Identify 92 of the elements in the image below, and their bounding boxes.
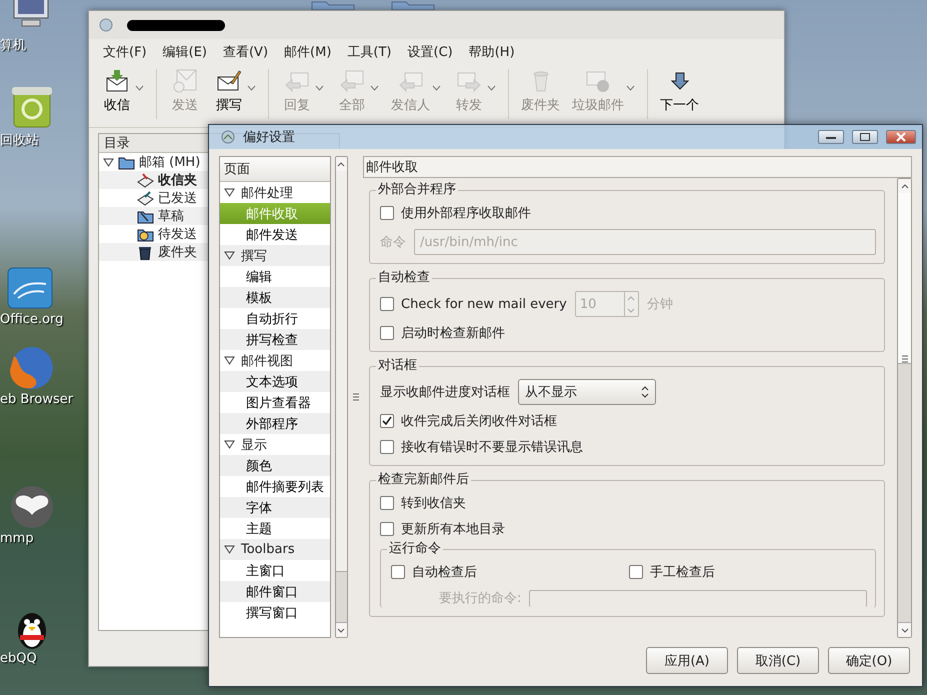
dropdown[interactable]: 从不显示 bbox=[518, 379, 656, 405]
scrollbar-thumb[interactable] bbox=[898, 364, 911, 623]
checkbox[interactable]: 自动检查后 bbox=[391, 563, 629, 581]
folder-item[interactable]: 草稿 bbox=[158, 207, 184, 225]
toolbar-button[interactable]: 下一个 bbox=[656, 69, 703, 119]
caret-icon[interactable] bbox=[135, 85, 144, 91]
icon-label[interactable]: mmp bbox=[0, 531, 34, 546]
expander-icon[interactable] bbox=[224, 545, 235, 554]
menu-item[interactable]: 查看(V) bbox=[214, 43, 276, 61]
checkbox-box[interactable] bbox=[380, 522, 394, 536]
menu-item[interactable]: 文件(F) bbox=[95, 43, 155, 61]
icon-label[interactable]: eb Browser bbox=[0, 392, 74, 407]
scrollbar[interactable] bbox=[334, 156, 348, 638]
envelope-download-icon bbox=[105, 69, 129, 93]
expander-icon[interactable] bbox=[224, 440, 235, 449]
icon-label[interactable]: Office.org bbox=[0, 312, 64, 327]
close-icon[interactable] bbox=[895, 132, 907, 142]
envelope-pen-icon bbox=[217, 69, 241, 93]
group-title: 对话框 bbox=[376, 358, 419, 374]
checkbox-box[interactable] bbox=[629, 565, 643, 579]
checkbox[interactable]: 接收有错误时不要显示错误讯息 bbox=[380, 438, 583, 456]
tree-item[interactable]: 邮件处理 bbox=[241, 184, 293, 202]
group-title: 外部合并程序 bbox=[376, 182, 458, 198]
tree-item[interactable]: 显示 bbox=[241, 436, 267, 454]
checkbox[interactable]: 启动时检查新邮件 bbox=[380, 324, 505, 342]
unit-label: 分钟 bbox=[646, 296, 673, 313]
menu-item[interactable]: 帮助(H) bbox=[460, 43, 523, 61]
tree-item[interactable]: 文本选项 bbox=[220, 371, 330, 392]
envelope-clock-icon bbox=[173, 69, 197, 93]
menu-item[interactable]: 邮件(M) bbox=[276, 43, 340, 61]
app-icon bbox=[221, 130, 235, 144]
expander-icon[interactable] bbox=[224, 188, 235, 197]
expander-icon[interactable] bbox=[224, 251, 235, 260]
trash-can-icon bbox=[137, 244, 154, 260]
window-title: 偏好设置 bbox=[243, 129, 295, 146]
envelope-arrow-icon bbox=[340, 69, 364, 93]
folder-item[interactable]: 收信夹 bbox=[158, 171, 197, 189]
grip-icon[interactable] bbox=[902, 355, 908, 363]
checkbox[interactable]: 更新所有本地目录 bbox=[380, 520, 505, 538]
close-button[interactable] bbox=[886, 130, 916, 144]
toolbar-button[interactable]: 收信 bbox=[97, 69, 148, 119]
menu-item[interactable]: 编辑(E) bbox=[154, 43, 215, 61]
checkbox-box[interactable] bbox=[380, 206, 394, 220]
expander-icon[interactable] bbox=[224, 356, 235, 365]
scrollbar-thumb[interactable] bbox=[336, 571, 348, 623]
toolbar-button[interactable]: 撰写 bbox=[209, 69, 260, 119]
checkbox-box[interactable] bbox=[380, 440, 394, 454]
maximize-icon[interactable] bbox=[859, 132, 871, 142]
checkbox-box[interactable] bbox=[391, 565, 405, 579]
folder-clock-icon bbox=[137, 226, 154, 242]
folder-pen-icon bbox=[137, 208, 154, 224]
expander-icon[interactable] bbox=[103, 158, 114, 166]
maximize-button[interactable] bbox=[852, 130, 878, 144]
field-label: 命令 bbox=[380, 234, 406, 251]
folder-item[interactable]: 邮箱 (MH) bbox=[139, 153, 200, 171]
checkbox-box[interactable] bbox=[380, 414, 394, 428]
caret-icon[interactable] bbox=[247, 85, 256, 91]
tree-item[interactable]: 邮件窗口 bbox=[220, 581, 330, 602]
tree-item[interactable]: 颜色 bbox=[220, 455, 330, 476]
checkbox[interactable]: 转到收信夹 bbox=[380, 494, 466, 512]
menu-item[interactable]: 设置(C) bbox=[400, 43, 461, 61]
group-title: 运行命令 bbox=[387, 541, 443, 557]
check-icon bbox=[382, 416, 392, 426]
checkbox[interactable]: 手工检查后 bbox=[629, 563, 867, 581]
dialog-button[interactable]: 取消(C) bbox=[737, 647, 819, 674]
tree-item[interactable]: 邮件视图 bbox=[241, 352, 293, 370]
pane-handle-icon[interactable] bbox=[352, 393, 359, 401]
folder-item[interactable]: 已发送 bbox=[158, 189, 197, 207]
checkbox-box[interactable] bbox=[380, 496, 394, 510]
tree-item[interactable]: 拼写检查 bbox=[220, 329, 330, 350]
group-title: 自动检查 bbox=[376, 270, 432, 286]
updown-arrows-icon bbox=[641, 386, 649, 398]
icon-label[interactable]: ebQQ bbox=[0, 651, 37, 666]
app-icon bbox=[99, 18, 113, 32]
tree-item[interactable]: 外部程序 bbox=[220, 413, 330, 434]
checkbox[interactable]: 收件完成后关闭收件对话框 bbox=[380, 412, 557, 430]
column-header[interactable]: 页面 bbox=[220, 157, 330, 182]
folder-item[interactable]: 待发送 bbox=[158, 225, 197, 243]
checkbox-box[interactable] bbox=[380, 326, 394, 340]
tree-item[interactable]: 模板 bbox=[220, 287, 330, 308]
field-label: 要执行的命令: bbox=[439, 590, 522, 607]
folder-item[interactable]: 废件夹 bbox=[158, 243, 197, 261]
tree-item[interactable]: 字体 bbox=[220, 497, 330, 518]
checkbox[interactable]: 使用外部程序收取邮件 bbox=[380, 204, 531, 222]
dialog-button[interactable]: 应用(A) bbox=[646, 647, 728, 674]
group-title: 检查完新邮件后 bbox=[376, 472, 471, 488]
scrollbar[interactable] bbox=[897, 178, 912, 638]
menu-item[interactable]: 工具(T) bbox=[339, 43, 400, 61]
section-title: 邮件收取 bbox=[363, 156, 912, 178]
field-label: 显示收邮件进度对话框 bbox=[380, 384, 510, 401]
dialog-button[interactable]: 确定(O) bbox=[828, 647, 910, 674]
minimize-button[interactable] bbox=[818, 130, 844, 144]
